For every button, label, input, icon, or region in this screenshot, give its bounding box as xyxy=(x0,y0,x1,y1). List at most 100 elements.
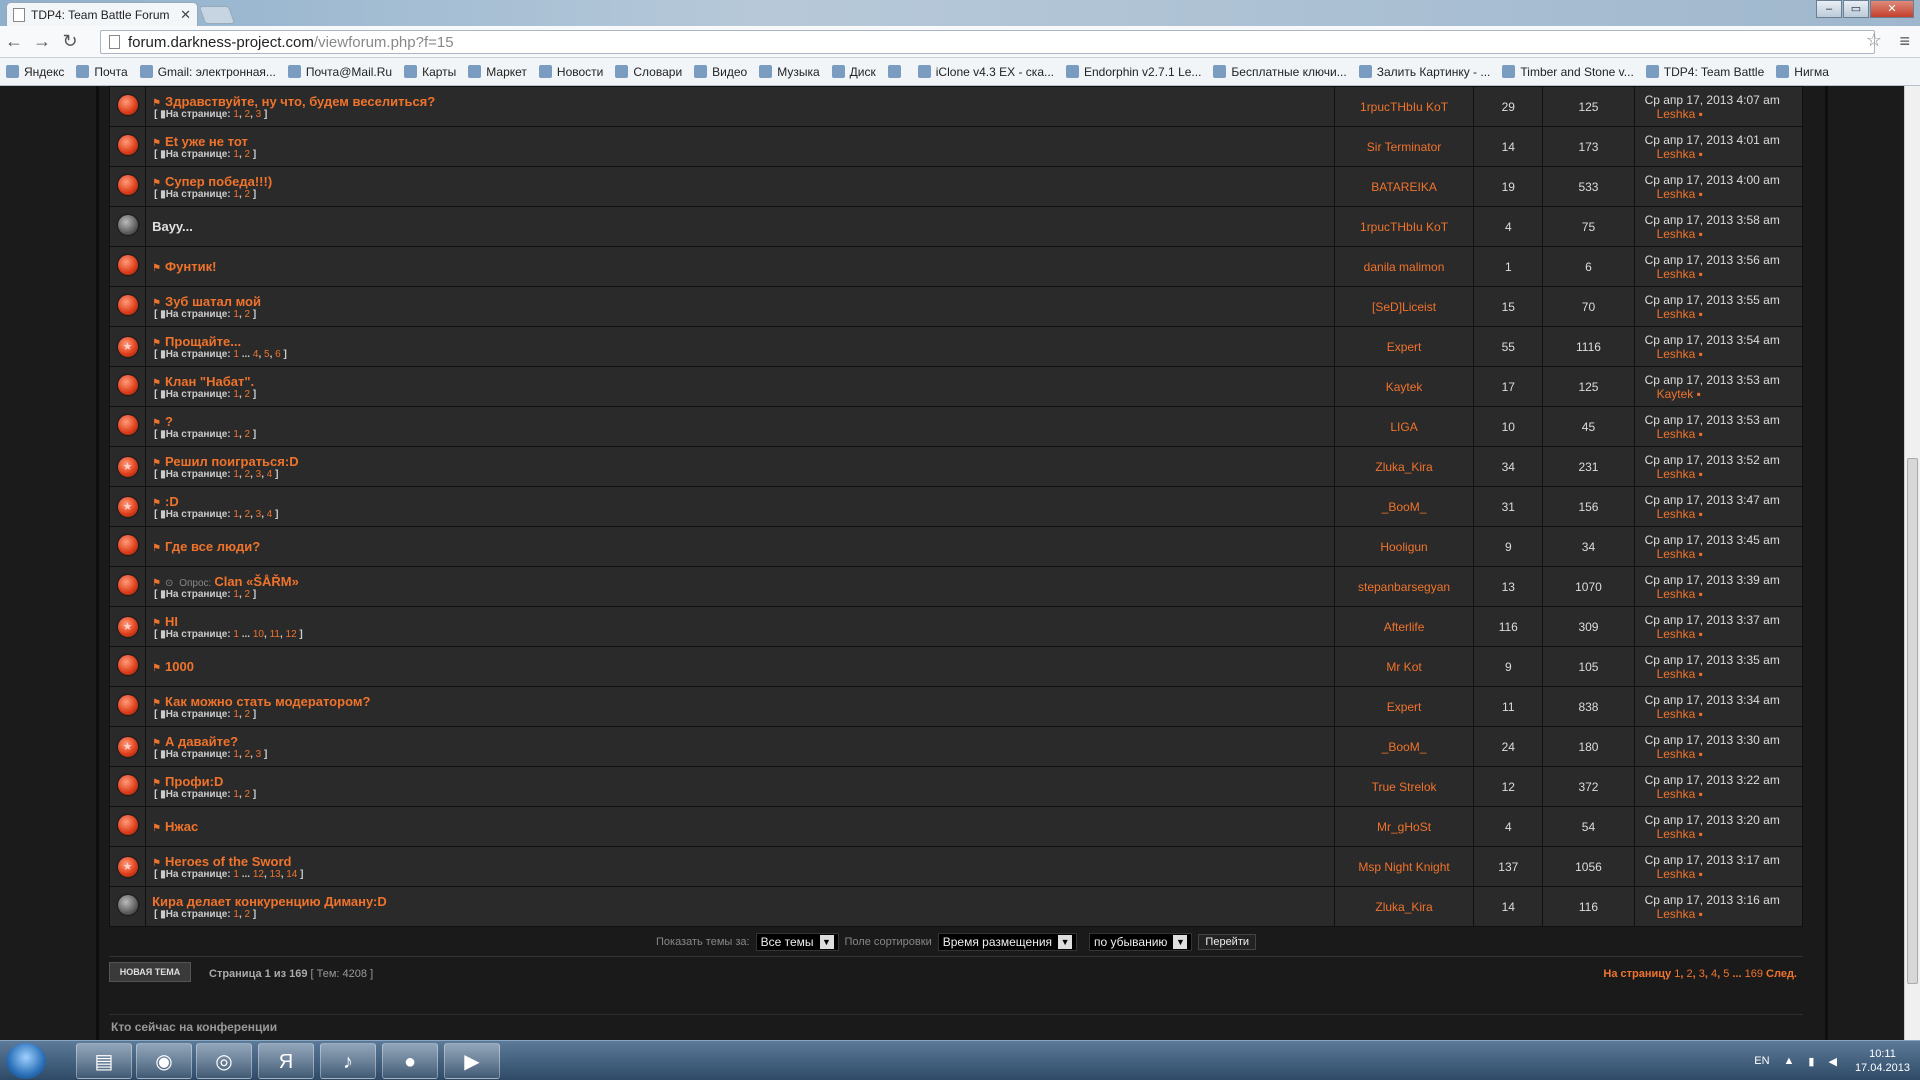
topic-title-link[interactable]: А давайте? xyxy=(165,734,238,749)
page-link[interactable]: 2 xyxy=(245,749,251,760)
bookmark-item[interactable]: Gmail: электронная... xyxy=(139,65,276,79)
view-latest-post-icon[interactable]: ▪ xyxy=(1695,347,1703,361)
page-link[interactable]: 3 xyxy=(256,749,262,760)
view-latest-post-icon[interactable]: ▪ xyxy=(1695,907,1703,921)
view-latest-post-icon[interactable]: ▪ xyxy=(1695,787,1703,801)
topic-author[interactable]: _BooM_ xyxy=(1333,486,1475,527)
topic-title-link[interactable]: Как можно стать модератором? xyxy=(165,694,370,709)
language-indicator[interactable]: EN xyxy=(1754,1055,1769,1067)
topic-row[interactable]: ⚑ Где все люди? Hooligun 9 34 Ср апр 17, 2013… xyxy=(108,526,1804,567)
page-link[interactable]: 1 xyxy=(233,189,239,200)
topic-author[interactable]: Sir Terminator xyxy=(1333,126,1475,167)
topic-author[interactable]: Afterlife xyxy=(1333,606,1475,647)
last-post-author[interactable]: Leshka ▪ xyxy=(1645,907,1802,921)
last-post-author[interactable]: Leshka ▪ xyxy=(1645,187,1802,201)
page-link[interactable]: 1 xyxy=(233,429,239,440)
page-link[interactable]: 1 xyxy=(233,349,239,360)
pagenav-page-link[interactable]: 3 xyxy=(1699,968,1705,980)
explorer-taskbar-icon[interactable]: ▤ xyxy=(76,1043,132,1079)
view-latest-post-icon[interactable]: ▪ xyxy=(1695,187,1703,201)
bookmark-item[interactable]: TDP4: Team Battle xyxy=(1645,65,1764,79)
topic-row[interactable]: ⚑ Здравствуйте, ну что, будем веселиться?… xyxy=(108,86,1804,127)
topic-author[interactable]: Mr Kot xyxy=(1333,646,1475,687)
bookmark-item[interactable]: Диск xyxy=(831,65,876,79)
view-latest-post-icon[interactable]: ▪ xyxy=(1695,707,1703,721)
page-link[interactable]: 1 xyxy=(233,869,239,880)
topic-row[interactable]: ⚑ Фунтик! danila malimon 1 6 Ср апр 17, 2013 … xyxy=(108,246,1804,287)
topic-author[interactable]: _BooM_ xyxy=(1333,726,1475,767)
page-link[interactable]: 12 xyxy=(286,629,297,640)
yandex-taskbar-icon[interactable]: Я xyxy=(258,1043,314,1079)
page-link[interactable]: 2 xyxy=(245,389,251,400)
page-link[interactable]: 10 xyxy=(253,629,264,640)
bookmark-star-icon[interactable]: ☆ xyxy=(1866,30,1882,51)
pagenav-page-link[interactable]: 169 xyxy=(1745,968,1763,980)
topic-author[interactable]: Zluka_Kira xyxy=(1333,446,1475,487)
new-tab-button[interactable] xyxy=(198,6,236,24)
page-link[interactable]: 1 xyxy=(233,589,239,600)
clock[interactable]: 10:11 17.04.2013 xyxy=(1855,1047,1910,1075)
page-link[interactable]: 1 xyxy=(233,309,239,320)
reload-icon[interactable]: ↻ xyxy=(56,31,84,52)
last-post-author[interactable]: Leshka ▪ xyxy=(1645,507,1802,521)
page-link[interactable]: 12 xyxy=(253,869,264,880)
page-link[interactable]: 2 xyxy=(245,789,251,800)
view-latest-post-icon[interactable]: ▪ xyxy=(1695,427,1703,441)
view-latest-post-icon[interactable]: ▪ xyxy=(1695,547,1703,561)
page-link[interactable]: 2 xyxy=(245,589,251,600)
start-button[interactable] xyxy=(6,1043,46,1079)
close-window-button[interactable]: ✕ xyxy=(1870,0,1914,18)
bookmark-item[interactable]: Бесплатные ключи... xyxy=(1213,65,1347,79)
last-post-author[interactable]: Leshka ▪ xyxy=(1645,827,1802,841)
topic-row[interactable]: ⚑ ⊙ Опрос: Clan «ŠÅŘM»[ ▮На странице: 1, 2… xyxy=(108,566,1804,607)
topic-row[interactable]: ⚑ Как можно стать модератором?[ ▮На стран… xyxy=(108,686,1804,727)
topic-row[interactable]: ⚑:D[ ▮На странице: 1, 2, 3, 4 ]_BooM_311… xyxy=(108,486,1804,527)
maximize-button[interactable]: ▭ xyxy=(1843,0,1869,18)
topic-row[interactable]: ⚑HI[ ▮На странице: 1 ... 10, 11, 12 ]Aft… xyxy=(108,606,1804,647)
bookmark-item[interactable]: Почта@Mail.Ru xyxy=(287,65,392,79)
topic-author[interactable]: Msp Night Knight xyxy=(1333,846,1475,887)
page-link[interactable]: 4 xyxy=(267,469,273,480)
page-link[interactable]: 4 xyxy=(253,349,259,360)
last-post-author[interactable]: Leshka ▪ xyxy=(1645,707,1802,721)
browser-tab[interactable]: TDP4: Team Battle Forum ✕ xyxy=(6,2,198,26)
topic-row[interactable]: ⚑ Клан "Набат".[ ▮На странице: 1, 2 ] Kayt… xyxy=(108,366,1804,407)
page-link[interactable]: 5 xyxy=(264,349,270,360)
page-link[interactable]: 11 xyxy=(270,629,280,640)
topic-author[interactable]: Expert xyxy=(1333,326,1475,367)
topic-title-link[interactable]: Нжас xyxy=(165,819,198,834)
chrome-taskbar-icon[interactable]: ◎ xyxy=(196,1043,252,1079)
topic-author[interactable]: 1rpucTHbIu KoT xyxy=(1333,86,1475,127)
topic-title-link[interactable]: Фунтик! xyxy=(165,259,216,274)
topic-author[interactable]: Hooligun xyxy=(1333,526,1475,567)
view-latest-post-icon[interactable]: ▪ xyxy=(1695,627,1703,641)
view-latest-post-icon[interactable]: ▪ xyxy=(1693,387,1701,401)
bookmark-item[interactable]: Timber and Stone v... xyxy=(1502,65,1634,79)
page-link[interactable]: 1 xyxy=(233,789,239,800)
topic-title-link[interactable]: 1000 xyxy=(165,659,194,674)
topic-title-link[interactable]: ? xyxy=(165,414,173,429)
page-link[interactable]: 2 xyxy=(245,509,251,520)
topic-row[interactable]: Вауу... 1rpucTHbIu KoT 4 75 Ср апр 17, 2013 … xyxy=(108,206,1804,247)
topic-row[interactable]: ⚑А давайте?[ ▮На странице: 1, 2, 3 ]_Boo… xyxy=(108,726,1804,767)
topic-row[interactable]: Кира делает конкуренцию Диману:D[ ▮На ст… xyxy=(108,886,1804,927)
topic-row[interactable]: ⚑ 1000 Mr Kot 9 105 Ср апр 17, 2013 3:35 am Le… xyxy=(108,646,1804,687)
bookmark-item[interactable]: Почта xyxy=(76,65,128,79)
topic-title-link[interactable]: Здравствуйте, ну что, будем веселиться? xyxy=(165,94,435,109)
page-link[interactable]: 14 xyxy=(286,869,297,880)
page-link[interactable]: 4 xyxy=(267,509,273,520)
last-post-author[interactable]: Leshka ▪ xyxy=(1645,427,1802,441)
page-link[interactable]: 2 xyxy=(245,909,251,920)
view-latest-post-icon[interactable]: ▪ xyxy=(1695,667,1703,681)
topic-author[interactable]: True Strelok xyxy=(1333,766,1475,807)
last-post-author[interactable]: Leshka ▪ xyxy=(1645,307,1802,321)
page-link[interactable]: 2 xyxy=(245,309,251,320)
view-latest-post-icon[interactable]: ▪ xyxy=(1695,507,1703,521)
back-icon[interactable]: ← xyxy=(0,31,28,52)
address-bar[interactable]: forum.darkness-project.com/viewforum.php… xyxy=(100,30,1875,54)
topic-title-link[interactable]: Решил поиграться:D xyxy=(165,454,299,469)
topic-row[interactable]: ⚑ Зуб шатал мой[ ▮На странице: 1, 2 ] [SeD… xyxy=(108,286,1804,327)
page-link[interactable]: 1 xyxy=(233,509,239,520)
scrollbar[interactable] xyxy=(1904,86,1920,1041)
network-icon[interactable]: ▮ xyxy=(1808,1055,1814,1068)
